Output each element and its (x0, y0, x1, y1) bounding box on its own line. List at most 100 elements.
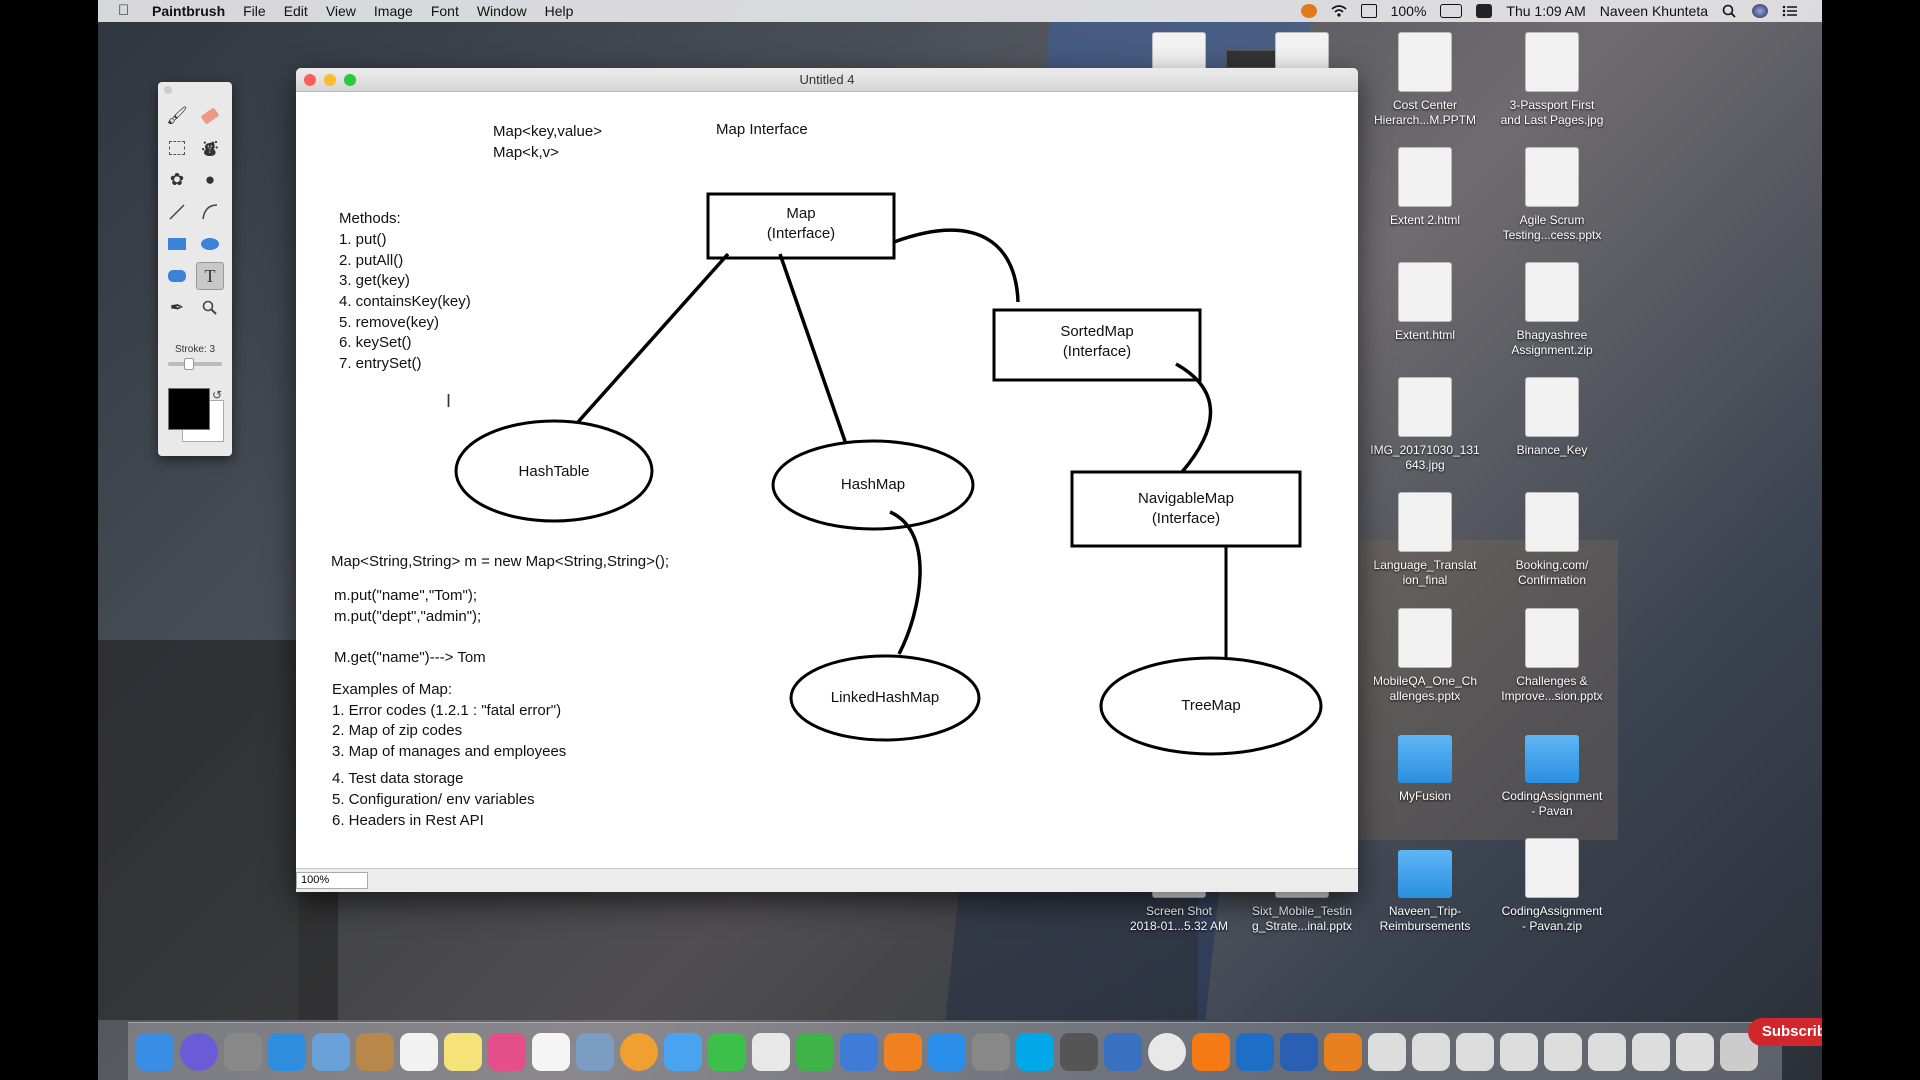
dock-itunes-icon[interactable] (488, 1032, 526, 1071)
fill-tool-icon[interactable]: ⛇ (196, 134, 224, 162)
dock-sublime-icon[interactable] (1192, 1032, 1230, 1071)
ellipse-tool-icon[interactable] (196, 230, 224, 258)
zoom-tool-icon[interactable] (196, 294, 224, 322)
airplay-icon[interactable] (1360, 4, 1377, 18)
desktop-icon[interactable]: IMG_20171030_131 643.jpg (1364, 377, 1486, 473)
dock-doc-stack-icon[interactable] (1588, 1032, 1626, 1071)
palette-close-button[interactable] (164, 86, 172, 94)
map-kv-text: Map<k,v> (493, 144, 559, 161)
desktop-icon[interactable]: CodingAssignment - Pavan (1491, 723, 1613, 819)
stroke-slider[interactable] (168, 362, 222, 366)
brush-tool-icon[interactable]: 🖌 (163, 102, 191, 130)
vpn-icon[interactable] (1300, 4, 1317, 18)
desktop-icon[interactable]: Language_Translat ion_final (1364, 492, 1486, 588)
bomb-tool-icon[interactable]: ● (196, 166, 224, 194)
dock-ibooks-icon[interactable] (884, 1032, 922, 1071)
eraser-tool-icon[interactable] (196, 102, 224, 130)
menu-file[interactable]: File (243, 3, 266, 19)
dock-reminders-icon[interactable] (532, 1032, 570, 1071)
dock-outlook-icon[interactable] (1236, 1032, 1274, 1071)
dock-calendar-icon[interactable] (400, 1032, 438, 1071)
user-name[interactable]: Naveen Khunteta (1600, 3, 1708, 19)
stroke-slider-handle[interactable] (184, 358, 194, 370)
dock-notes-icon[interactable] (444, 1032, 482, 1071)
dock-doc-stack-icon[interactable] (1500, 1032, 1538, 1071)
node-navigablemap: NavigableMap (Interface) (1072, 489, 1300, 529)
dock-chrome-icon[interactable] (1148, 1032, 1186, 1071)
dock-doc-stack-icon[interactable] (1544, 1032, 1582, 1071)
desktop-icon[interactable]: CodingAssignment - Pavan.zip (1491, 838, 1613, 934)
menu-view[interactable]: View (326, 3, 356, 19)
dock-contacts-icon[interactable] (356, 1032, 394, 1071)
dock-word-icon[interactable] (1280, 1032, 1318, 1071)
desktop-icon[interactable]: Agile Scrum Testing...cess.pptx (1491, 147, 1613, 243)
desktop-icon[interactable]: Naveen_Trip- Reimbursements (1364, 838, 1486, 934)
dock-doc-stack-icon[interactable] (1368, 1032, 1406, 1071)
dock-launchpad-icon[interactable] (224, 1032, 262, 1071)
desktop-icon[interactable]: Extent.html (1364, 262, 1486, 343)
window-titlebar[interactable]: Untitled 4 (296, 68, 1358, 92)
desktop-icon[interactable]: MyFusion (1364, 723, 1486, 804)
desktop-icon[interactable]: MobileQA_One_Ch allenges.pptx (1364, 608, 1486, 704)
dock-facetime-icon[interactable] (708, 1032, 746, 1071)
apple-menu-icon[interactable]:  (118, 3, 134, 19)
desktop-icon[interactable]: Challenges & Improve...sion.pptx (1491, 608, 1613, 704)
menu-font[interactable]: Font (431, 3, 459, 19)
menu-help[interactable]: Help (545, 3, 574, 19)
battery-icon[interactable] (1440, 4, 1463, 18)
drawing-canvas[interactable]: Map (Interface) SortedMap (Interface) Na… (296, 92, 1358, 868)
eyedropper-tool-icon[interactable]: ✒ (163, 294, 191, 322)
dock-photos-icon[interactable] (620, 1032, 658, 1071)
dock-messages-icon[interactable] (664, 1032, 702, 1071)
dock-skype-icon[interactable] (1016, 1032, 1054, 1071)
rounded-rect-tool-icon[interactable] (163, 262, 191, 290)
select-tool-icon[interactable] (163, 134, 191, 162)
rectangle-tool-icon[interactable] (163, 230, 191, 258)
map-key-value-text: Map<key,value> (493, 123, 602, 140)
dock-system-preferences-icon[interactable] (972, 1032, 1010, 1071)
foreground-color-swatch[interactable] (168, 388, 210, 430)
swap-colors-icon[interactable]: ↺ (212, 388, 222, 402)
dock-help-icon[interactable] (1060, 1032, 1098, 1071)
desktop-icon[interactable]: Cost Center Hierarch...M.PPTM (1364, 32, 1486, 128)
spotlight-search-icon[interactable] (1722, 4, 1738, 18)
line-tool-icon[interactable] (163, 198, 191, 226)
siri-icon[interactable] (1752, 4, 1768, 18)
dock-keynote-icon[interactable] (840, 1032, 878, 1071)
document-icon (1398, 32, 1452, 92)
desktop-icon[interactable]: Booking.com/ Confirmation (1491, 492, 1613, 588)
subscribe-button[interactable]: Subscribe Now (1748, 1018, 1822, 1046)
menu-window[interactable]: Window (477, 3, 527, 19)
desktop-icon[interactable]: Binance_Key (1491, 377, 1613, 458)
dock-safari-icon[interactable] (268, 1032, 306, 1071)
dock-app-store-icon[interactable] (928, 1032, 966, 1071)
dock-paintbrush-icon[interactable] (1324, 1032, 1362, 1071)
input-source-icon[interactable] (1476, 4, 1493, 18)
dock-photo-booth-icon[interactable] (576, 1032, 614, 1071)
spray-tool-icon[interactable]: ✿ (163, 166, 191, 194)
zoom-select[interactable]: 100% (296, 872, 368, 889)
desktop-icon-label: MyFusion (1398, 789, 1451, 803)
menu-image[interactable]: Image (374, 3, 413, 19)
desktop-icon[interactable]: 3-Passport First and Last Pages.jpg (1491, 32, 1613, 128)
notification-center-icon[interactable] (1782, 4, 1798, 18)
dock-doc-stack-icon[interactable] (1676, 1032, 1714, 1071)
dock-xcode-icon[interactable] (1104, 1032, 1142, 1071)
menu-edit[interactable]: Edit (284, 3, 308, 19)
dock-doc-stack-icon[interactable] (1456, 1032, 1494, 1071)
desktop-icon[interactable]: Bhagyashree Assignment.zip (1491, 262, 1613, 358)
desktop-icon[interactable]: Extent 2.html (1364, 147, 1486, 228)
dock-textedit-icon[interactable] (752, 1032, 790, 1071)
app-menu[interactable]: Paintbrush (152, 3, 225, 19)
desktop-icon-label: Challenges & Improve...sion.pptx (1501, 674, 1603, 703)
wifi-icon[interactable] (1331, 4, 1347, 18)
dock-siri-icon[interactable] (180, 1032, 218, 1071)
dock-doc-stack-icon[interactable] (1412, 1032, 1450, 1071)
curve-tool-icon[interactable] (196, 198, 224, 226)
dock-preview-icon[interactable] (312, 1032, 350, 1071)
dock-numbers-icon[interactable] (796, 1032, 834, 1071)
dock-finder-icon[interactable] (136, 1032, 174, 1071)
clock[interactable]: Thu 1:09 AM (1506, 3, 1585, 19)
text-tool-icon[interactable]: T (196, 262, 224, 290)
dock-doc-stack-icon[interactable] (1632, 1032, 1670, 1071)
